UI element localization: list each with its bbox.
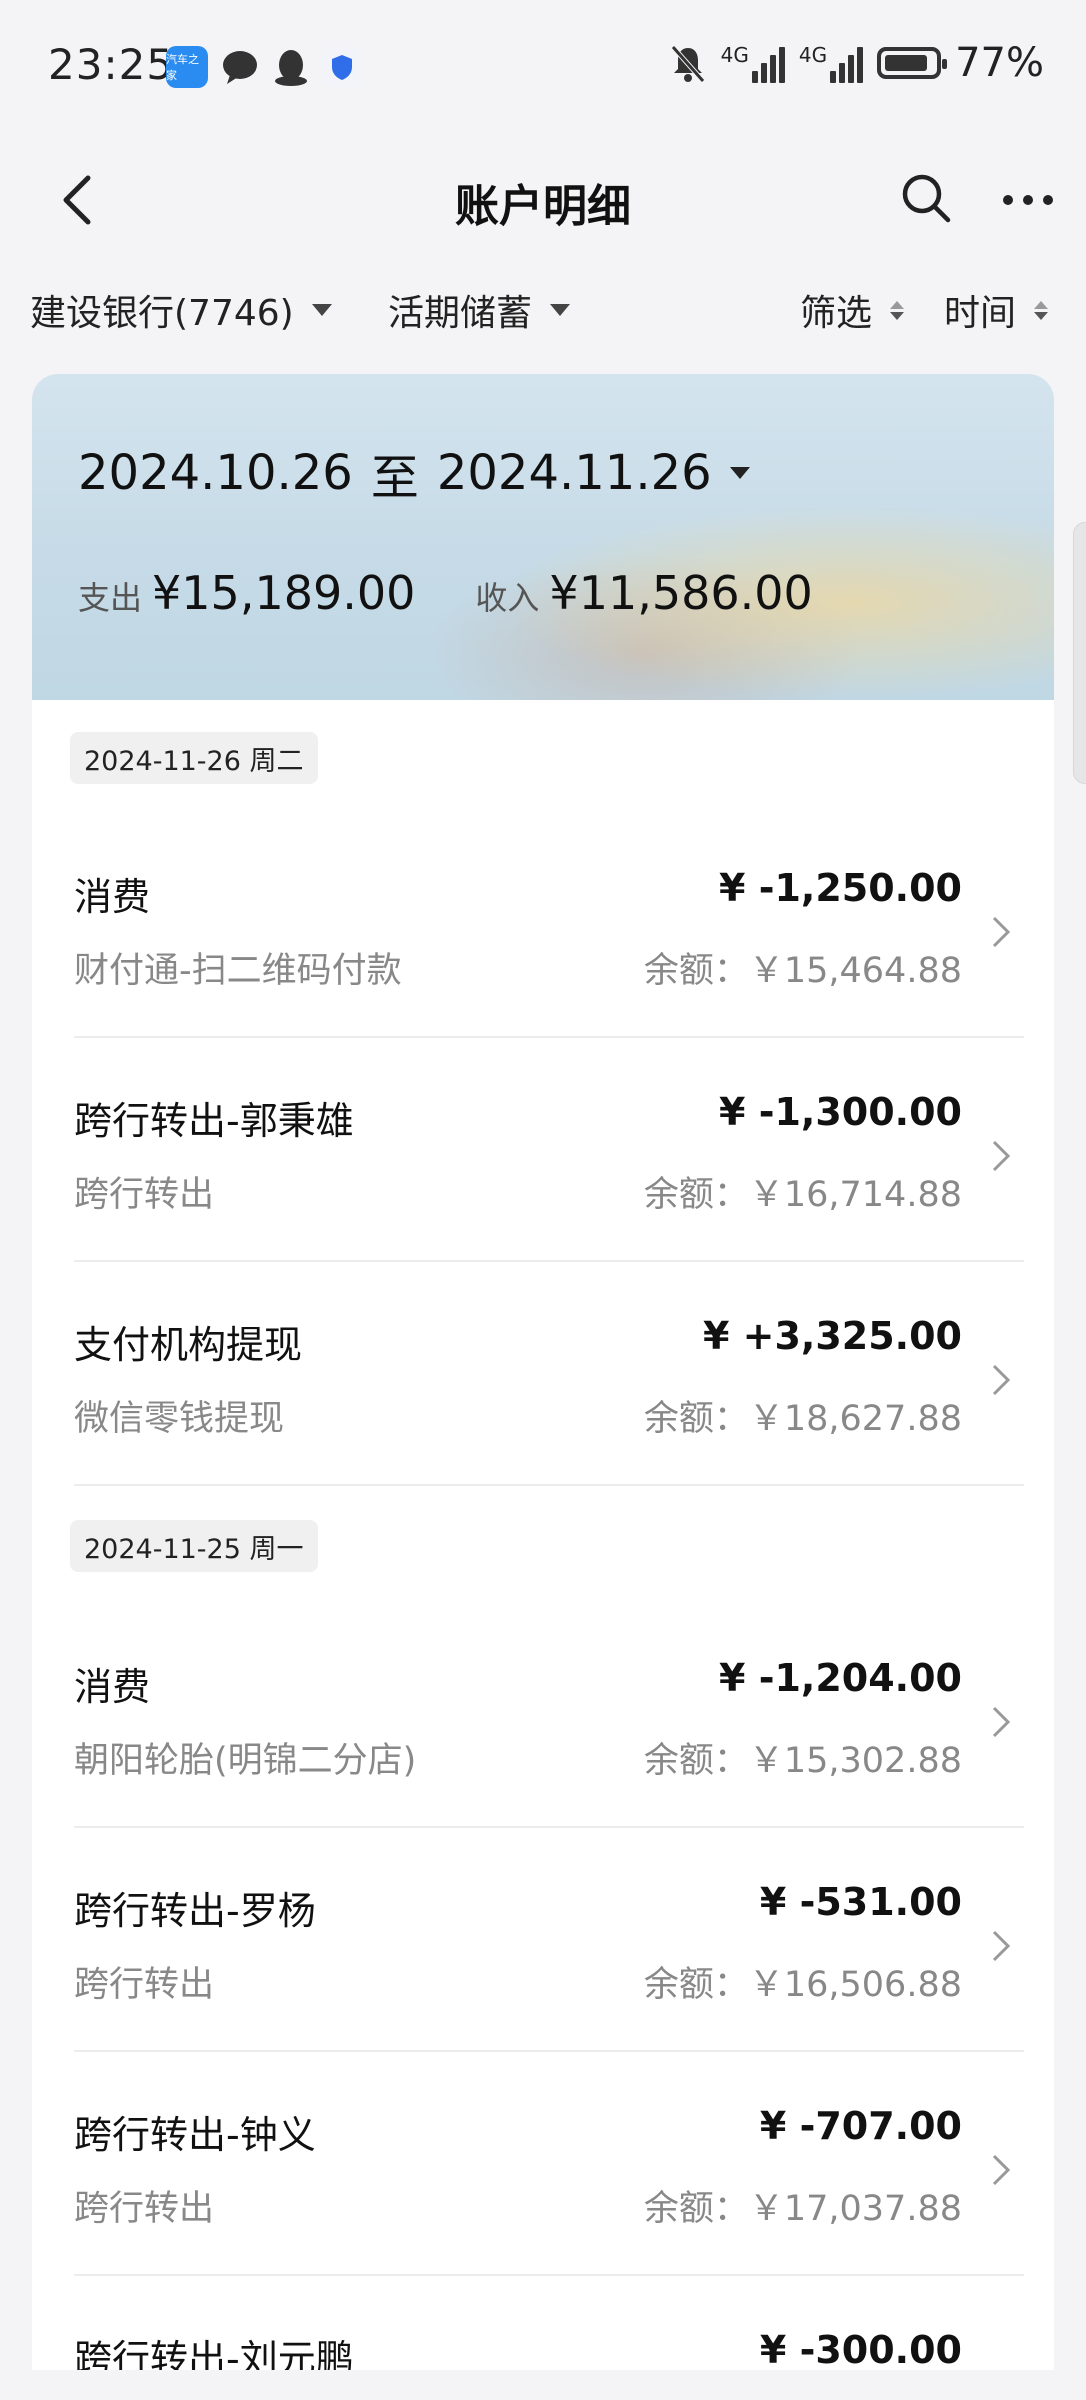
qq-icon [275,50,307,86]
date-to: 2024.11.26 [436,445,712,501]
income-label: 收入 [475,579,540,617]
tx-title: 跨行转出-钟义 [74,2113,316,2157]
chevron-right-icon [992,1364,1011,1396]
chevron-right-icon [992,1706,1011,1738]
transaction-row[interactable]: 跨行转出-钟义 跨行转出 ¥ -707.00 余额：￥17,037.88 [32,2052,1054,2276]
more-icon[interactable] [998,170,1058,230]
tx-amount: ¥ -1,300.00 [719,1090,962,1134]
tx-balance: 余额：￥15,302.88 [643,1741,962,1781]
notification-icons: 汽车之家 [166,46,362,88]
mute-bell-icon [670,45,705,83]
sort-label: 时间 [944,293,1017,334]
tx-title: 支付机构提现 [74,1323,303,1367]
transaction-row[interactable]: 跨行转出-郭秉雄 跨行转出 ¥ -1,300.00 余额：￥16,714.88 [32,1038,1054,1262]
caret-down-icon [729,467,750,479]
expense-label: 支出 [78,579,143,617]
tx-amount: ¥ -1,250.00 [719,866,962,910]
floating-edge-handle[interactable] [1073,522,1086,784]
tx-description: 跨行转出 [74,1175,215,1215]
tx-amount: ¥ -707.00 [759,2104,962,2148]
transaction-row[interactable]: 消费 朝阳轮胎(明锦二分店) ¥ -1,204.00 余额：￥15,302.88 [32,1604,1054,1828]
shield-icon [322,47,362,87]
transaction-list: 2024-11-26 周二 消费 财付通-扫二维码付款 ¥ -1,250.00 … [32,700,1054,2370]
transaction-row[interactable]: 消费 财付通-扫二维码付款 ¥ -1,250.00 余额：￥15,464.88 [32,814,1054,1038]
filter-label: 筛选 [800,293,873,334]
account-selector[interactable]: 建设银行(7746) [30,284,332,336]
caret-down-icon [550,304,571,316]
tx-amount: ¥ -531.00 [759,1880,962,1924]
account-label: 建设银行(7746) [30,293,294,334]
tx-balance: 余额：￥16,506.88 [643,1965,962,2005]
search-icon[interactable] [898,170,952,224]
tx-description: 微信零钱提现 [74,1399,285,1439]
tx-title: 消费 [74,1665,151,1709]
date-range-selector[interactable]: 2024.10.26 至 2024.11.26 [78,438,750,508]
tx-balance: 余额：￥16,714.88 [643,1175,962,1215]
tx-amount: ¥ -1,204.00 [719,1656,962,1700]
chevron-right-icon [992,1930,1011,1962]
tx-description: 跨行转出 [74,2189,215,2229]
tx-title: 消费 [74,875,151,919]
nav-bar: 账户明细 [0,130,1086,260]
tx-title: 跨行转出-罗杨 [74,1889,316,1933]
totals: 支出 ¥15,189.00 收入 ¥11,586.00 [78,566,863,620]
tx-balance: 余额：￥17,037.88 [643,2189,962,2229]
sort-caret-icon [1034,300,1049,320]
battery-icon [877,47,948,79]
tx-title: 跨行转出-郭秉雄 [74,1099,354,1143]
tx-description: 财付通-扫二维码付款 [74,951,402,991]
chevron-right-icon [992,2154,1011,2186]
tx-title: 跨行转出-刘元鹏 [74,2337,354,2370]
filter-button[interactable]: 筛选 [800,284,905,336]
status-right: 4G 4G 77% [669,40,1044,86]
status-bar: 23:25 汽车之家 4G 4G 77% [0,0,1086,130]
chevron-right-icon [992,916,1011,948]
signal-1-icon: 4G [721,43,785,83]
tx-balance: 余额：￥18,627.88 [643,1399,962,1439]
date-header: 2024-11-25 周一 [70,1520,318,1572]
transaction-row[interactable]: 支付机构提现 微信零钱提现 ¥ +3,325.00 余额：￥18,627.88 [32,1262,1054,1486]
expense-total: ¥15,189.00 [152,566,416,620]
status-time: 23:25 [48,40,175,89]
caret-down-icon [311,304,332,316]
transaction-row[interactable]: 跨行转出-罗杨 跨行转出 ¥ -531.00 余额：￥16,506.88 [32,1828,1054,2052]
chat-icon [223,51,257,84]
transaction-row[interactable]: 跨行转出-刘元鹏 ¥ -300.00 [32,2276,1054,2370]
income-total: ¥11,586.00 [549,566,813,620]
date-separator: 至 [370,450,419,506]
account-type-selector[interactable]: 活期储蓄 [388,284,571,336]
sort-caret-icon [890,300,905,320]
filter-bar: 建设银行(7746) 活期储蓄 筛选 时间 [0,270,1086,350]
battery-percent: 77% [955,40,1044,86]
chevron-right-icon [992,1140,1011,1172]
tx-amount: ¥ -300.00 [759,2328,962,2370]
tx-description: 跨行转出 [74,1965,215,2005]
tx-description: 朝阳轮胎(明锦二分店) [74,1741,417,1781]
tx-amount: ¥ +3,325.00 [702,1314,962,1358]
account-type-label: 活期储蓄 [388,293,533,334]
divider [74,1484,1024,1486]
date-from: 2024.10.26 [78,445,353,501]
summary-card: 2024.10.26 至 2024.11.26 支出 ¥15,189.00 收入… [32,374,1054,700]
sort-time-button[interactable]: 时间 [944,284,1049,336]
date-header: 2024-11-26 周二 [70,732,318,784]
signal-2-icon: 4G [799,43,864,83]
autohome-app-icon: 汽车之家 [166,46,208,88]
tx-balance: 余额：￥15,464.88 [643,951,962,991]
